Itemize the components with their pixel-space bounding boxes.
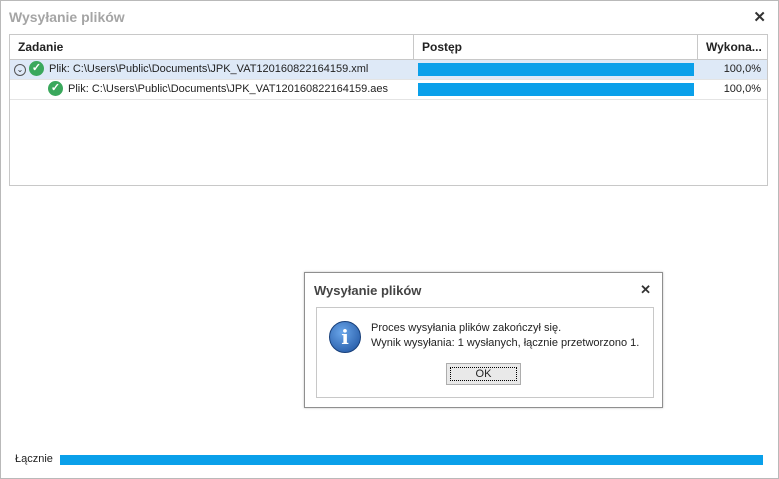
dialog-title: Wysyłanie plików [314,283,422,298]
total-progress-bar [60,455,763,465]
info-icon: i [329,321,361,353]
message-dialog: Wysyłanie plików ✕ i Proces wysyłania pl… [304,272,663,408]
close-icon[interactable]: ✕ [753,8,766,26]
dialog-message-line2: Wynik wysyłania: 1 wysłanych, łącznie pr… [371,337,640,349]
check-icon: ✓ [48,81,63,96]
dialog-body: i Proces wysyłania plików zakończył się.… [316,307,654,398]
row-progress-bar [418,63,694,76]
row-progress-fill [418,83,694,96]
column-header-progress[interactable]: Postęp [414,35,698,59]
title-bar: Wysyłanie plików ✕ [1,1,778,31]
focus-outline [450,367,517,381]
task-text: Plik: C:\Users\Public\Documents\JPK_VAT1… [49,63,369,75]
check-icon: ✓ [29,61,44,76]
ok-button[interactable]: OK [446,363,521,385]
grid-header: Zadanie Postęp Wykona... [10,35,767,60]
row-percent: 100,0% [723,83,761,95]
window-title: Wysyłanie plików [9,9,125,25]
column-header-task[interactable]: Zadanie [10,35,414,59]
total-progress-fill [60,455,763,465]
table-row[interactable]: ⌄ ✓ Plik: C:\Users\Public\Documents\JPK_… [10,60,767,80]
collapse-icon[interactable]: ⌄ [14,64,26,76]
row-progress-bar [418,83,694,96]
close-icon[interactable]: ✕ [640,282,651,298]
dialog-message-line1: Proces wysyłania plików zakończył się. [371,322,562,334]
row-progress-fill [418,63,694,76]
row-percent: 100,0% [723,63,761,75]
task-text: Plik: C:\Users\Public\Documents\JPK_VAT1… [68,83,388,95]
task-grid: Zadanie Postęp Wykona... ⌄ ✓ Plik: C:\Us… [9,34,768,186]
total-label: Łącznie [15,453,53,465]
column-header-done[interactable]: Wykona... [698,35,767,59]
table-row[interactable]: ✓ Plik: C:\Users\Public\Documents\JPK_VA… [10,80,767,100]
